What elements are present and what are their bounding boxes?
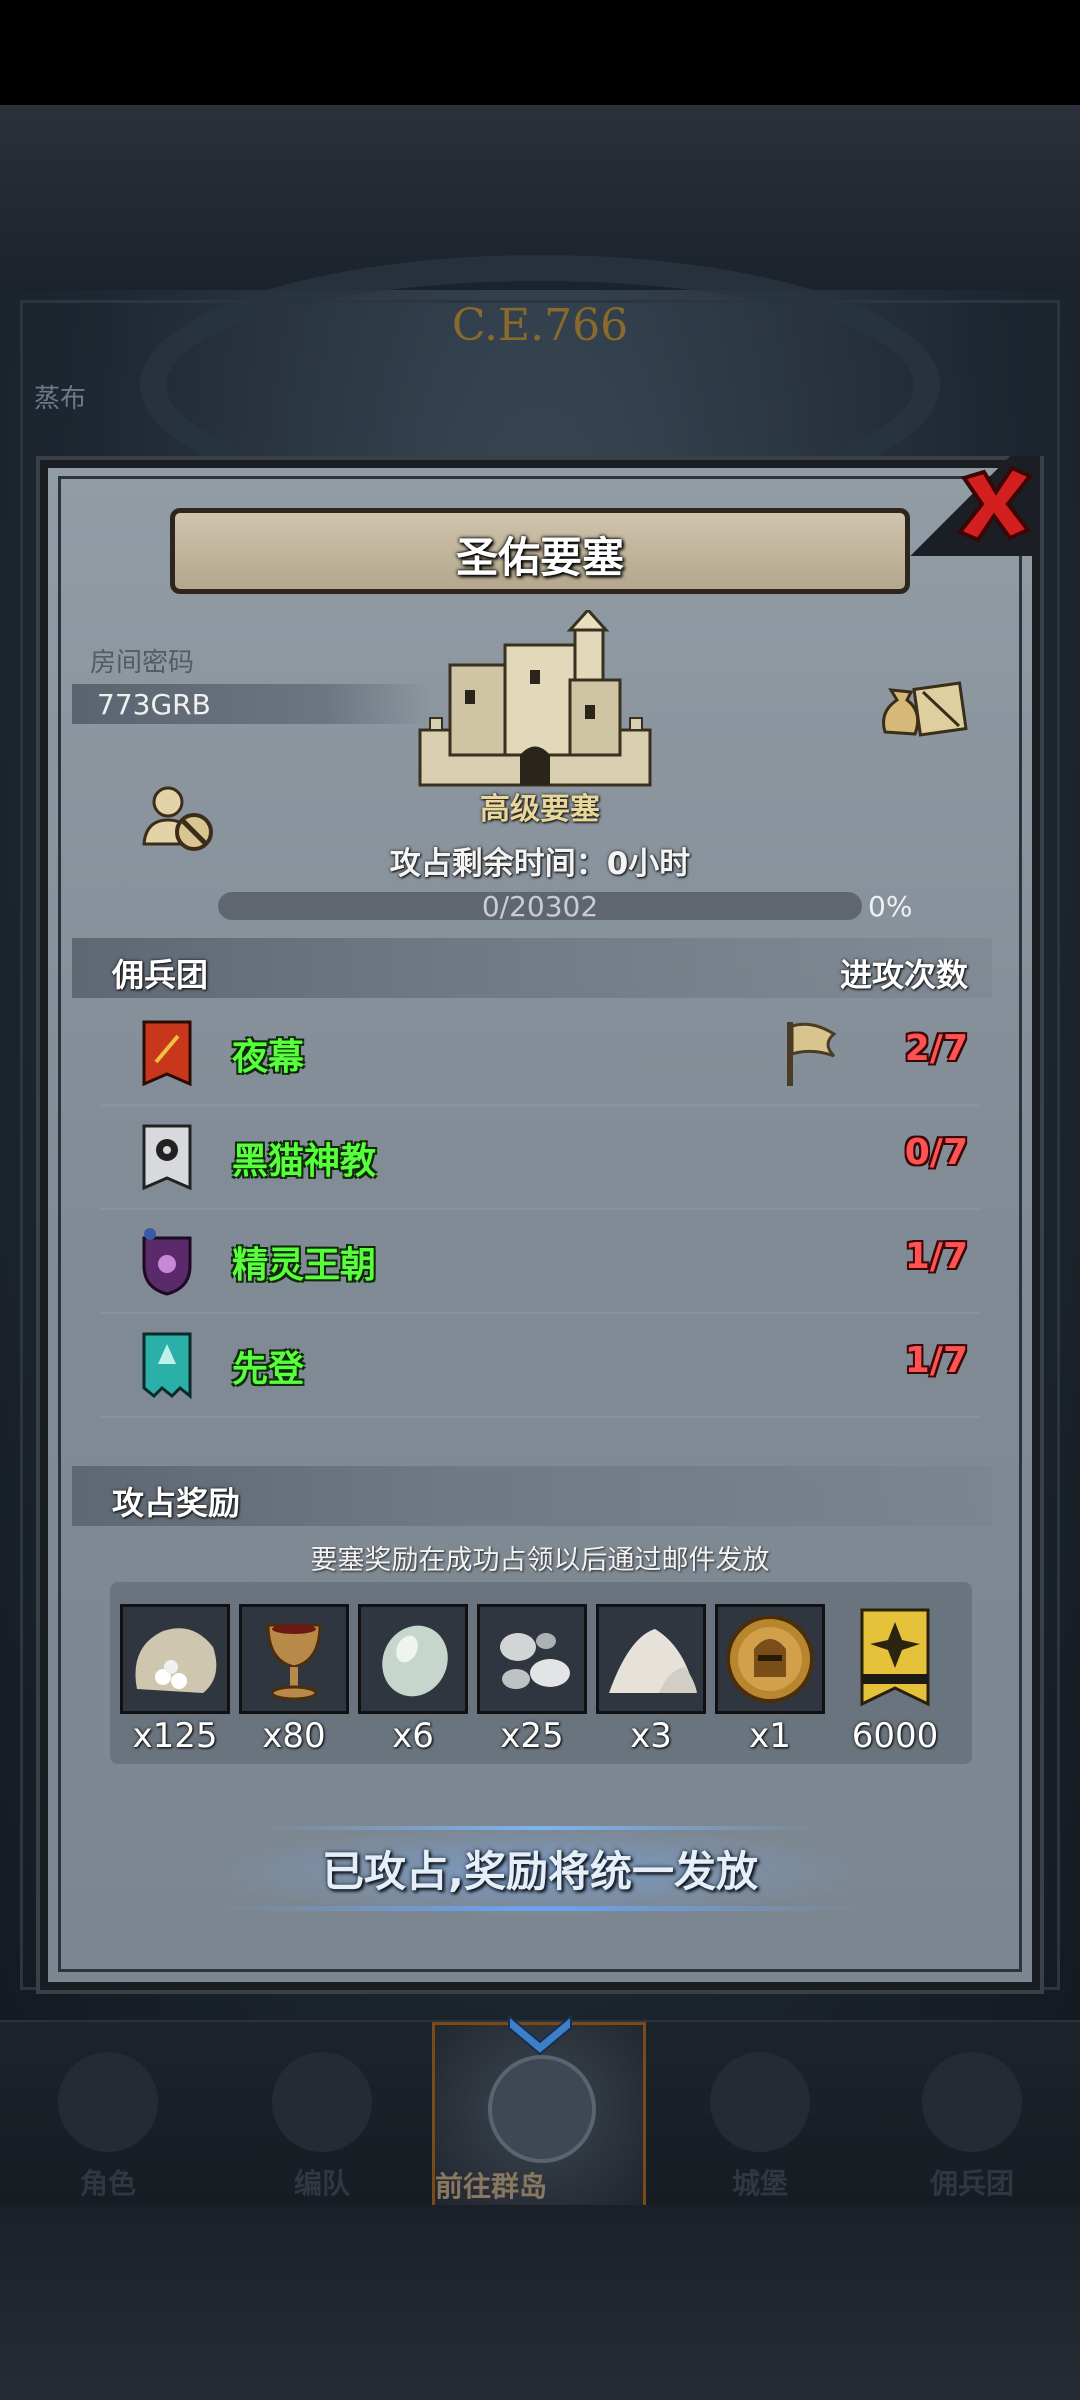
- era-label: C.E.766: [451, 300, 629, 351]
- attack-count: 0/7: [904, 1132, 968, 1173]
- attack-count: 1/7: [904, 1340, 968, 1381]
- mercenary-name: 先登: [232, 1349, 305, 1390]
- mercenary-row[interactable]: 先登 1/7: [100, 1312, 980, 1418]
- room-code-label: 房间密码: [90, 648, 195, 678]
- mercenary-row[interactable]: 精灵王朝 1/7: [100, 1208, 980, 1314]
- bottom-band: [0, 2205, 1080, 2400]
- reward-note: 要塞奖励在成功占领以后通过邮件发放: [310, 1545, 770, 1576]
- flag-icon: [787, 1022, 837, 1086]
- mercenary-name: 黑猫神教: [232, 1141, 377, 1182]
- reward-quantity: x3: [630, 1716, 672, 1756]
- reward-item[interactable]: x125: [120, 1604, 230, 1756]
- reward-quantity: 6000: [851, 1716, 939, 1756]
- salt-pile-icon: [596, 1604, 706, 1714]
- supplies-icon[interactable]: [875, 672, 970, 744]
- knight-medal-icon: [715, 1604, 825, 1714]
- mercenary-row[interactable]: 夜幕 2/7: [100, 1000, 980, 1106]
- occupied-status-button[interactable]: 已攻占,奖励将统一发放: [200, 1838, 880, 1899]
- castle-icon: [710, 2052, 810, 2152]
- sugar-sack-icon: [120, 1604, 230, 1714]
- teal-banner-icon: [142, 1332, 192, 1400]
- nav-label: 前往群岛: [435, 2170, 548, 2203]
- status-bar-area: [0, 0, 1080, 105]
- nav-label: 佣兵团: [929, 2167, 1014, 2200]
- fortress-level: 高级要塞: [480, 792, 600, 827]
- nav-character[interactable]: 角色: [8, 2022, 208, 2207]
- reward-quantity: x80: [262, 1716, 326, 1756]
- reward-quantity: x125: [132, 1716, 218, 1756]
- black-cat-banner-icon: [142, 1124, 192, 1191]
- button-top-line: [260, 1826, 820, 1830]
- silver-orbs-icon: [477, 1604, 587, 1714]
- occupation-time: 攻占剩余时间：0小时: [389, 846, 691, 882]
- attack-count: 2/7: [904, 1028, 968, 1069]
- goblet-icon: [239, 1604, 349, 1714]
- nav-mercenary[interactable]: 佣兵团: [872, 2022, 1072, 2207]
- button-bottom-line: [220, 1906, 860, 1911]
- reward-item[interactable]: x25: [477, 1604, 587, 1756]
- gold-banner-icon: [860, 1608, 930, 1707]
- reward-header: 攻占奖励: [112, 1484, 241, 1522]
- mercenary-icon: [922, 2052, 1022, 2152]
- mercenary-row[interactable]: 黑猫神教 0/7: [100, 1104, 980, 1210]
- progress-text: 0/20302: [481, 890, 599, 923]
- mercenary-name: 精灵王朝: [232, 1245, 377, 1286]
- mercenary-name: 夜幕: [232, 1037, 305, 1078]
- red-banner-icon: [142, 1020, 192, 1087]
- mercenary-header: 佣兵团: [112, 956, 209, 994]
- nav-formation[interactable]: 编队: [222, 2022, 422, 2207]
- reward-item[interactable]: x80: [239, 1604, 349, 1756]
- character-icon: [58, 2052, 158, 2152]
- room-code-value: 773GRB: [97, 688, 211, 721]
- reward-item[interactable]: x3: [596, 1604, 706, 1756]
- formation-icon: [272, 2052, 372, 2152]
- progress-percent: 0%: [868, 890, 913, 923]
- nav-label: 角色: [79, 2167, 136, 2200]
- globe-icon: [488, 2055, 596, 2163]
- elf-shield-icon: [142, 1228, 192, 1296]
- moonstone-icon: [358, 1604, 468, 1714]
- attack-count: 1/7: [904, 1236, 968, 1277]
- reward-quantity: x6: [392, 1716, 434, 1756]
- user-block-icon[interactable]: [140, 782, 216, 854]
- reward-quantity: x1: [749, 1716, 791, 1756]
- fortress-icon: [418, 610, 652, 787]
- nav-castle[interactable]: 城堡: [660, 2022, 860, 2207]
- reward-quantity: x25: [500, 1716, 564, 1756]
- close-icon[interactable]: [950, 462, 1040, 544]
- attack-count-header: 进攻次数: [839, 956, 968, 994]
- side-label: 蒸布: [34, 384, 87, 414]
- nav-label: 城堡: [731, 2167, 788, 2200]
- nav-label: 编队: [293, 2167, 350, 2200]
- reward-item[interactable]: 6000: [840, 1604, 950, 1756]
- dialog-title: 圣佑要塞: [455, 533, 624, 582]
- reward-item[interactable]: x6: [358, 1604, 468, 1756]
- chevron-down-icon: [508, 2013, 572, 2056]
- reward-item[interactable]: x1: [715, 1604, 825, 1756]
